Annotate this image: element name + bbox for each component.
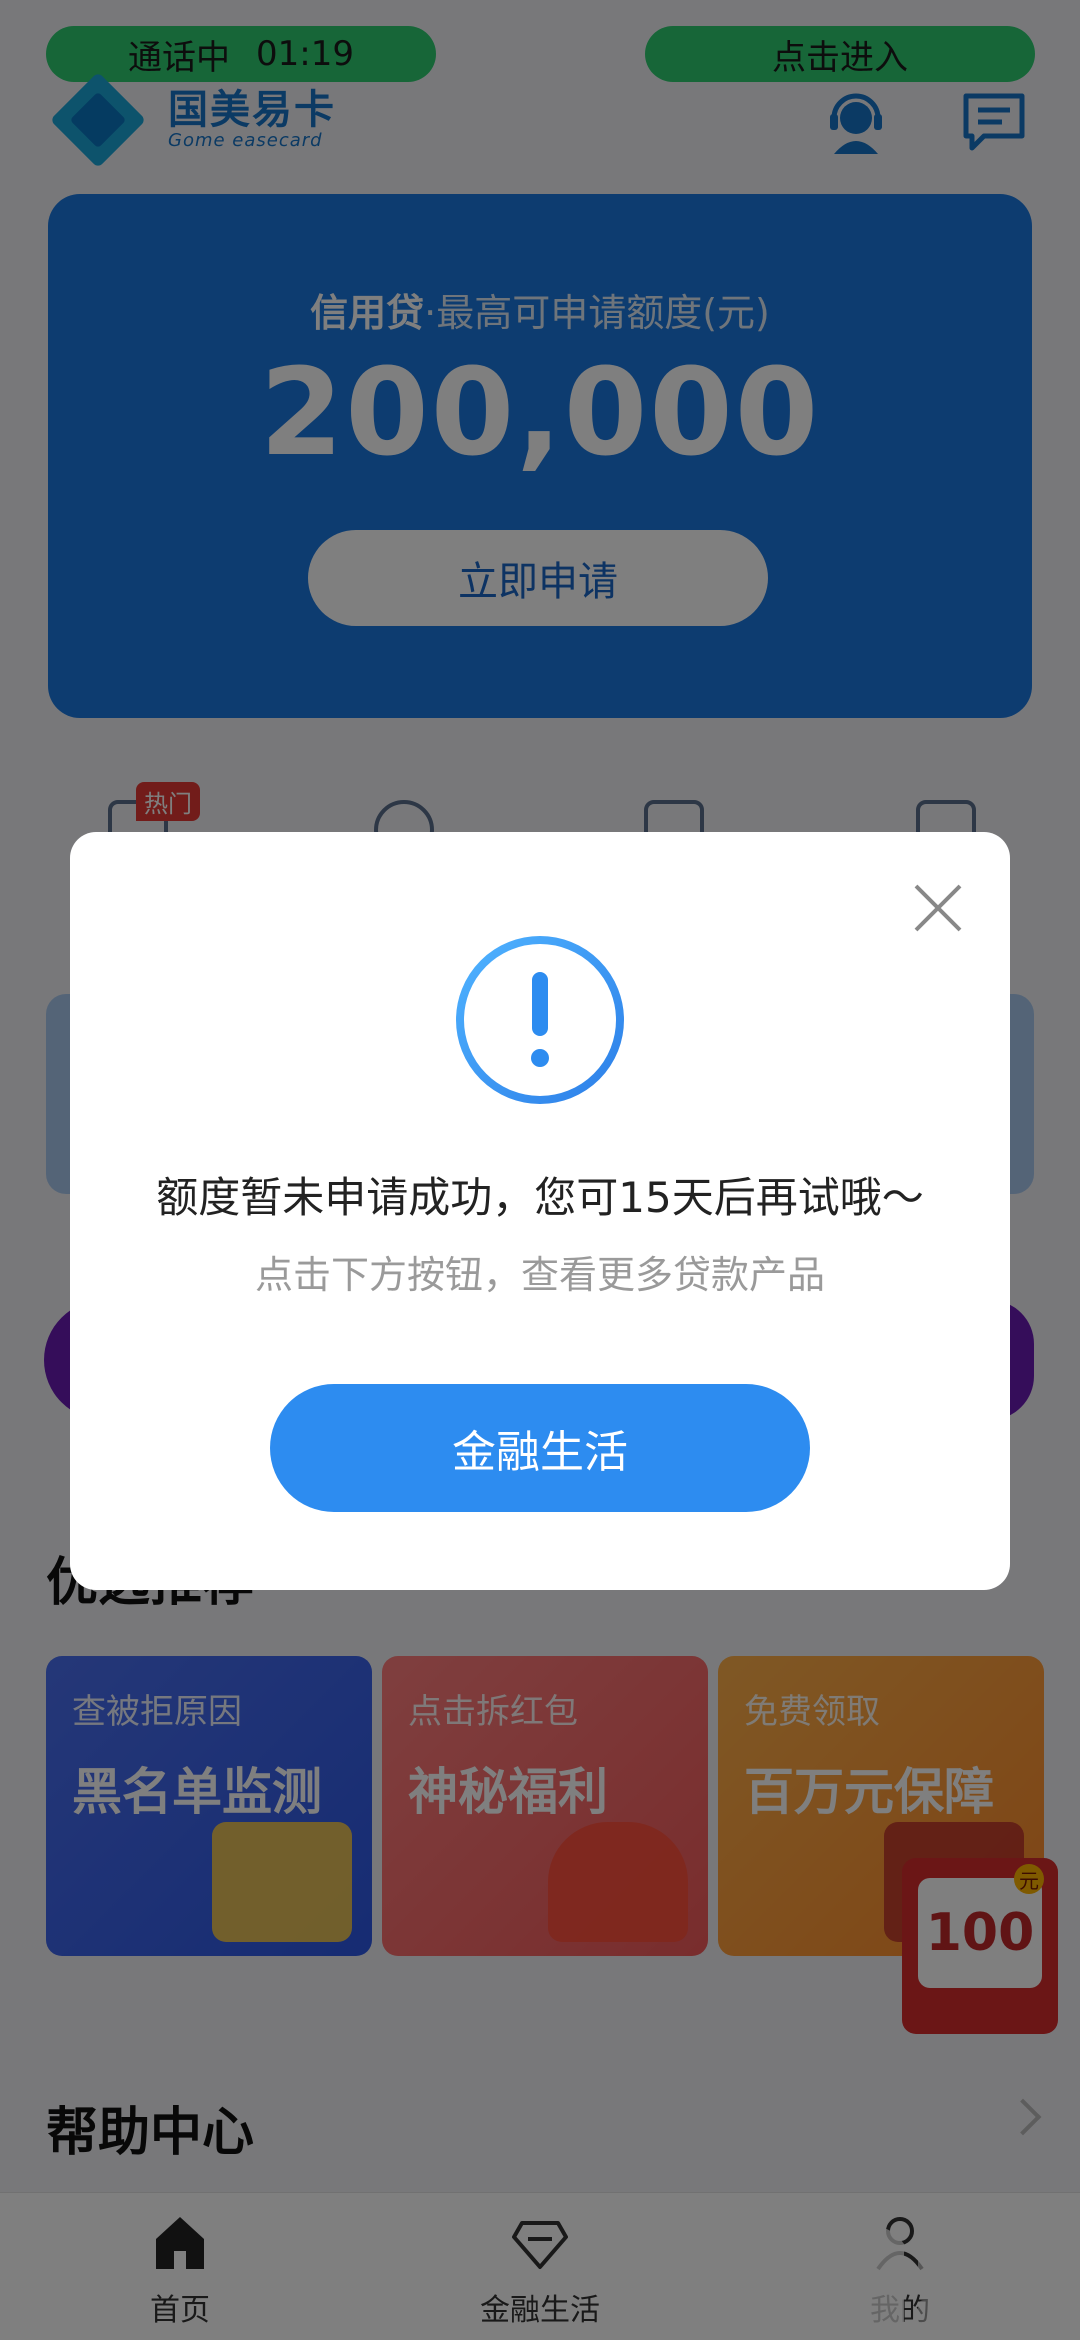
alert-icon (456, 936, 624, 1104)
dialog-title: 额度暂未申请成功，您可15天后再试哦～ (156, 1173, 924, 1222)
application-result-dialog: 额度暂未申请成功，您可15天后再试哦～ 点击下方按钮，查看更多贷款产品 金融生活 (70, 832, 1010, 1590)
finance-life-button[interactable]: 金融生活 (270, 1384, 810, 1512)
dialog-description: 点击下方按钮，查看更多贷款产品 (254, 1253, 825, 1297)
close-icon[interactable] (912, 882, 964, 934)
